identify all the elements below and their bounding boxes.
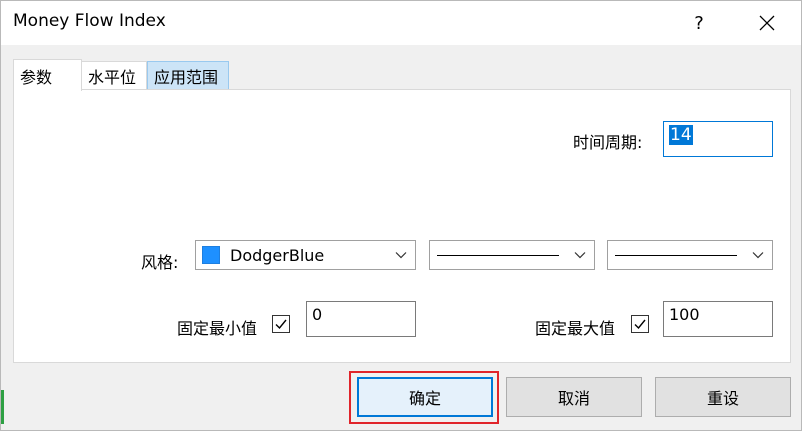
cancel-button[interactable]: 取消 <box>506 377 642 417</box>
chevron-down-icon <box>395 252 407 259</box>
tab-levels[interactable]: 水平位 <box>81 61 147 89</box>
close-icon <box>759 15 775 31</box>
chevron-down-icon <box>574 252 586 259</box>
tab-scope[interactable]: 应用范围 <box>147 61 229 89</box>
color-name: DodgerBlue <box>230 245 325 265</box>
fixed-min-checkbox[interactable] <box>272 315 290 333</box>
ok-button[interactable]: 确定 <box>357 377 493 417</box>
window-title: Money Flow Index <box>13 11 166 31</box>
reset-button[interactable]: 重设 <box>655 377 791 417</box>
line-style-select[interactable] <box>429 240 595 270</box>
window-edge-accent <box>1 390 4 424</box>
fixed-max-checkbox[interactable] <box>631 315 649 333</box>
cancel-label: 取消 <box>557 389 590 408</box>
period-value: 14 <box>669 125 693 145</box>
dialog-window: Money Flow Index ? 水平位 应用范围 参数 时间周期: 14 … <box>0 0 802 431</box>
line-width-select[interactable] <box>607 240 773 270</box>
tab-label: 水平位 <box>88 67 137 87</box>
checkmark-icon <box>275 319 287 330</box>
title-bar: Money Flow Index ? <box>1 1 801 45</box>
fixed-max-value: 100 <box>669 305 700 324</box>
tab-params[interactable]: 参数 <box>13 59 82 91</box>
color-swatch <box>202 246 220 264</box>
close-button[interactable] <box>741 1 793 45</box>
color-select[interactable]: DodgerBlue <box>195 240 416 270</box>
tab-label: 参数 <box>20 67 53 87</box>
reset-label: 重设 <box>706 389 739 408</box>
chevron-down-icon <box>752 252 764 259</box>
fixed-min-input[interactable]: 0 <box>306 301 416 337</box>
fixed-min-label: 固定最小值 <box>177 319 258 338</box>
fixed-max-label: 固定最大值 <box>535 319 616 338</box>
line-width-sample <box>615 255 737 256</box>
fixed-max-input[interactable]: 100 <box>663 301 773 337</box>
tab-label: 应用范围 <box>154 67 219 87</box>
help-icon: ? <box>694 12 704 34</box>
period-label: 时间周期: <box>573 133 643 152</box>
fixed-min-value: 0 <box>312 305 323 324</box>
ok-label: 确定 <box>408 389 441 408</box>
line-style-sample <box>437 255 559 256</box>
period-input[interactable]: 14 <box>663 121 773 157</box>
help-button[interactable]: ? <box>673 1 725 45</box>
style-label: 风格: <box>141 253 179 272</box>
checkmark-icon <box>634 319 646 330</box>
